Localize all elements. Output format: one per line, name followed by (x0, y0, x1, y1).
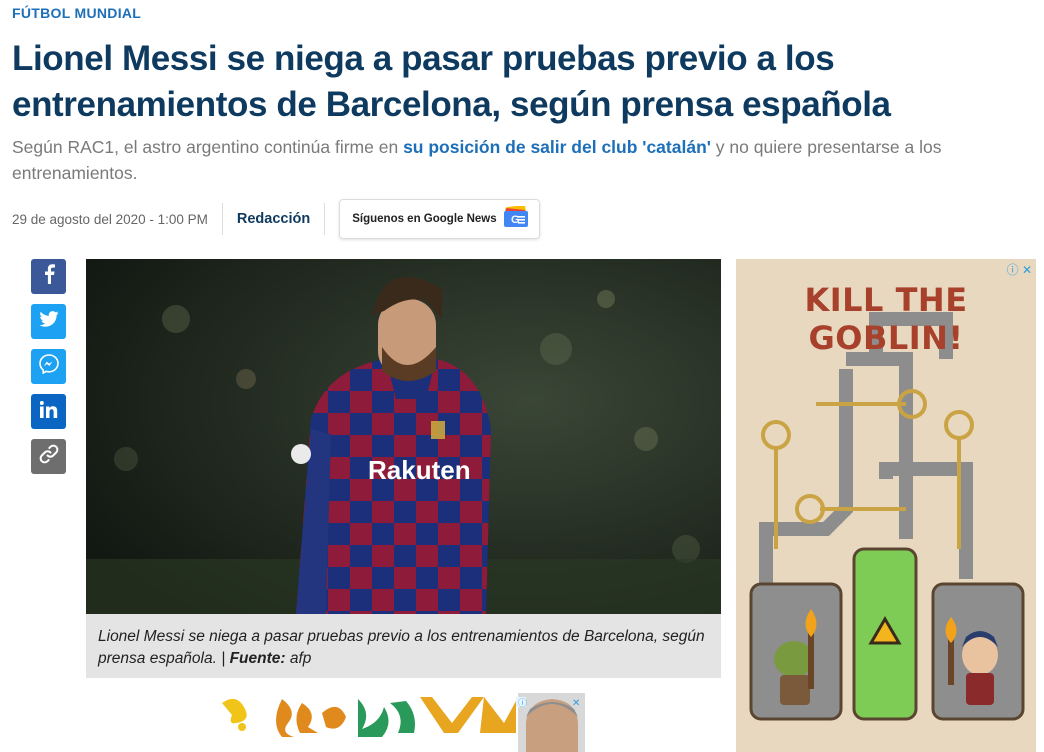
caption-text: Lionel Messi se niega a pasar pruebas pr… (98, 628, 705, 667)
jersey-sponsor: Rakuten (368, 455, 471, 485)
article-meta: 29 de agosto del 2020 - 1:00 PM Redacció… (12, 198, 540, 240)
bottom-ad-banner[interactable]: ⓘ ✕ (222, 693, 585, 752)
share-bar (31, 259, 66, 484)
google-news-button[interactable]: Síguenos en Google News G (339, 199, 540, 239)
article-photo[interactable]: Rakuten (86, 259, 721, 614)
copy-link-button[interactable] (31, 439, 66, 474)
ad-game-title: KILL THE GOBLIN! (804, 281, 968, 357)
twitter-icon (38, 311, 59, 332)
facebook-icon (43, 264, 55, 289)
dek-text-start: Según RAC1, el astro argentino continúa … (12, 137, 404, 157)
ad-choices-icon[interactable]: ⓘ ✕ (1007, 261, 1032, 278)
link-icon (39, 444, 59, 469)
share-facebook-button[interactable] (31, 259, 66, 294)
share-twitter-button[interactable] (31, 304, 66, 339)
caption-source: afp (285, 650, 312, 667)
article-dek: Según RAC1, el astro argentino continúa … (12, 134, 1022, 186)
article-headline: Lionel Messi se niega a pasar pruebas pr… (12, 39, 891, 124)
linkedin-icon (39, 400, 58, 423)
messenger-icon (38, 354, 59, 379)
sidebar-game-ad[interactable]: ⓘ ✕ KILL THE GOBLIN! (736, 259, 1036, 752)
google-news-label: Síguenos en Google News (352, 213, 497, 225)
caption-source-label: Fuente: (229, 650, 286, 667)
share-linkedin-button[interactable] (31, 394, 66, 429)
bottom-ad-info-icon: ⓘ (518, 698, 527, 709)
photo-caption: Lionel Messi se niega a pasar pruebas pr… (86, 614, 721, 678)
section-label[interactable]: FÚTBOL MUNDIAL (12, 5, 141, 21)
publish-date: 29 de agosto del 2020 - 1:00 PM (12, 203, 223, 235)
author-link[interactable]: Redacción (223, 203, 326, 235)
dek-link[interactable]: su posición de salir del club 'catalán' (403, 137, 711, 157)
google-news-icon: G (503, 204, 529, 233)
bottom-ad-close-icon: ✕ (572, 698, 580, 709)
share-messenger-button[interactable] (31, 349, 66, 384)
